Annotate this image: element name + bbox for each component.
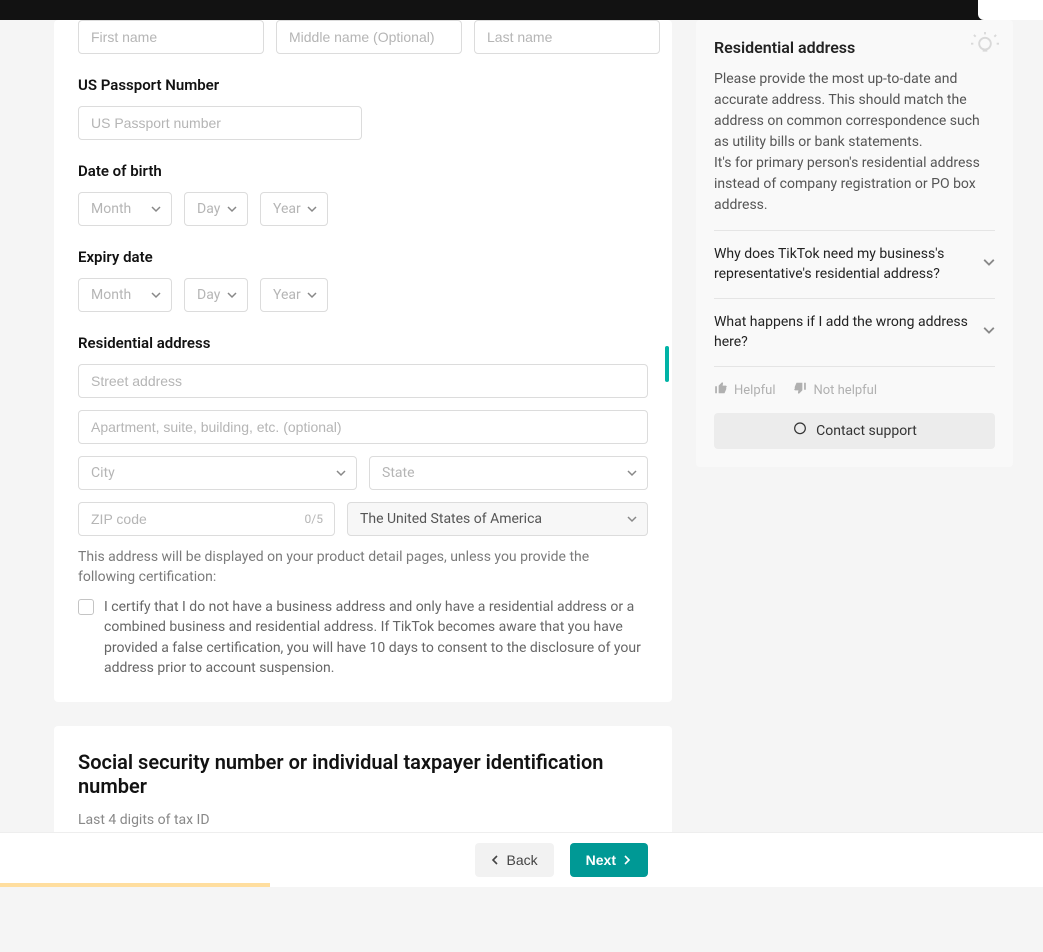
- chevron-down-icon: [151, 204, 161, 214]
- apt-field[interactable]: [78, 410, 648, 444]
- progress-indicator: [0, 883, 270, 887]
- footer-bar: Back Next: [0, 832, 1043, 887]
- expiry-day-select[interactable]: Day: [184, 278, 248, 312]
- dob-year-select[interactable]: Year: [260, 192, 328, 226]
- contact-support-button[interactable]: Contact support: [714, 413, 995, 449]
- thumbs-up-icon: [714, 381, 728, 399]
- certify-checkbox[interactable]: [78, 599, 94, 615]
- chevron-down-icon: [983, 255, 995, 275]
- lightbulb-icon: [971, 32, 999, 64]
- chevron-down-icon: [227, 290, 237, 300]
- dob-month-label: Month: [91, 201, 131, 217]
- next-label: Next: [586, 852, 616, 868]
- first-name-field[interactable]: [78, 20, 264, 54]
- dob-day-label: Day: [197, 201, 220, 217]
- faq-item-1[interactable]: Why does TikTok need my business's repre…: [714, 230, 995, 298]
- address-heading: Residential address: [78, 334, 648, 352]
- back-button[interactable]: Back: [475, 843, 554, 877]
- expiry-year-select[interactable]: Year: [260, 278, 328, 312]
- chat-icon: [792, 421, 808, 441]
- expiry-day-label: Day: [197, 287, 220, 303]
- help-body-2: It's for primary person's residential ad…: [714, 155, 980, 213]
- help-title: Residential address: [714, 38, 995, 57]
- helpful-label: Helpful: [734, 383, 775, 398]
- faq-2-text: What happens if I add the wrong address …: [714, 314, 968, 350]
- tax-heading: Social security number or individual tax…: [78, 726, 648, 798]
- chevron-down-icon: [983, 323, 995, 343]
- chevron-down-icon: [307, 204, 317, 214]
- back-label: Back: [507, 852, 538, 868]
- dob-year-label: Year: [273, 201, 301, 217]
- chevron-down-icon: [227, 204, 237, 214]
- middle-name-field[interactable]: [276, 20, 462, 54]
- section-anchor-indicator: [665, 346, 669, 382]
- tax-sub: Last 4 digits of tax ID: [78, 812, 648, 828]
- state-select[interactable]: State: [369, 456, 648, 490]
- contact-support-label: Contact support: [816, 423, 917, 439]
- passport-number-field[interactable]: [78, 106, 362, 140]
- next-button[interactable]: Next: [570, 843, 648, 877]
- chevron-right-icon: [622, 855, 632, 865]
- expiry-year-label: Year: [273, 287, 301, 303]
- faq-1-text: Why does TikTok need my business's repre…: [714, 246, 944, 282]
- country-label: The United States of America: [360, 511, 542, 527]
- not-helpful-button[interactable]: Not helpful: [793, 381, 877, 399]
- help-panel: Residential address Please provide the m…: [696, 20, 1013, 467]
- thumbs-down-icon: [793, 381, 807, 399]
- identity-card: US Passport Number Date of birth Month D…: [54, 20, 672, 702]
- chevron-left-icon: [491, 855, 501, 865]
- chevron-down-icon: [151, 290, 161, 300]
- address-note: This address will be displayed on your p…: [78, 548, 648, 587]
- city-label: City: [91, 465, 115, 481]
- help-body-1: Please provide the most up-to-date and a…: [714, 71, 980, 150]
- helpful-button[interactable]: Helpful: [714, 381, 775, 399]
- zip-field[interactable]: [78, 502, 335, 536]
- not-helpful-label: Not helpful: [813, 383, 877, 398]
- expiry-month-label: Month: [91, 287, 131, 303]
- certify-text: I certify that I do not have a business …: [104, 597, 648, 678]
- chevron-down-icon: [307, 290, 317, 300]
- dob-month-select[interactable]: Month: [78, 192, 172, 226]
- chevron-down-icon: [627, 514, 637, 524]
- state-label: State: [382, 465, 415, 481]
- dob-day-select[interactable]: Day: [184, 192, 248, 226]
- last-name-field[interactable]: [474, 20, 660, 54]
- expiry-month-select[interactable]: Month: [78, 278, 172, 312]
- chevron-down-icon: [627, 468, 637, 478]
- top-bar: [0, 0, 1043, 20]
- expiry-heading: Expiry date: [78, 248, 648, 266]
- faq-item-2[interactable]: What happens if I add the wrong address …: [714, 298, 995, 367]
- zip-counter: 0/5: [305, 512, 323, 526]
- street-address-field[interactable]: [78, 364, 648, 398]
- passport-heading: US Passport Number: [78, 76, 648, 94]
- chevron-down-icon: [336, 468, 346, 478]
- city-select[interactable]: City: [78, 456, 357, 490]
- country-select[interactable]: The United States of America: [347, 502, 648, 536]
- dob-heading: Date of birth: [78, 162, 648, 180]
